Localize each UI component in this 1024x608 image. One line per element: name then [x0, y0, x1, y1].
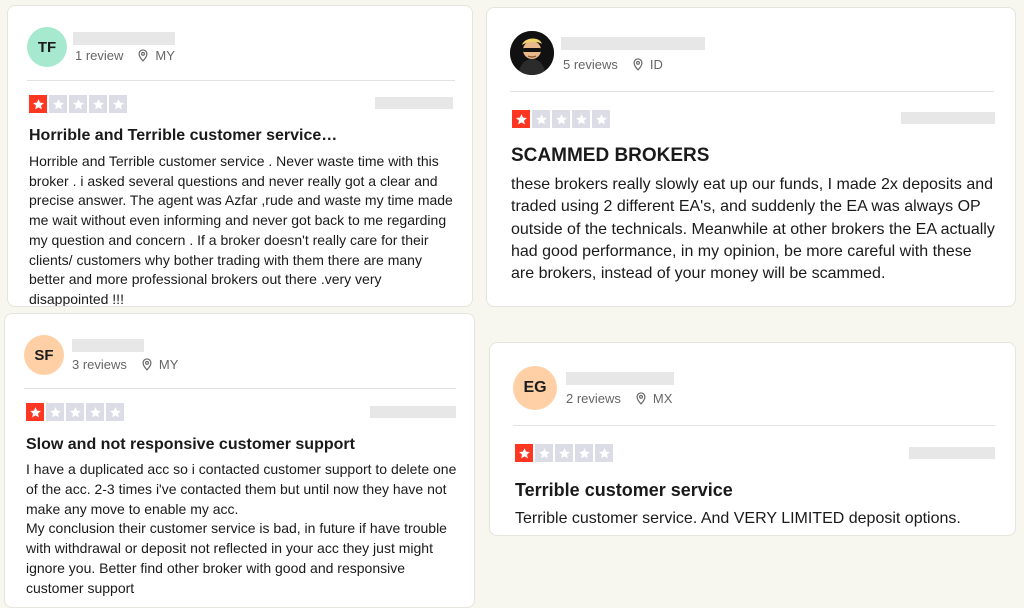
- reviewer-meta: 2 reviews MX: [566, 391, 672, 406]
- divider: [510, 91, 994, 92]
- location-pin-icon: [636, 392, 646, 405]
- reviewer-name[interactable]: [73, 32, 175, 45]
- country-code: MY: [155, 48, 175, 63]
- review-title[interactable]: Slow and not responsive customer support: [26, 436, 355, 454]
- review-paragraph: Terrible customer service. And VERY LIMI…: [515, 510, 961, 527]
- star-icon: [572, 110, 590, 128]
- review-card: EG 2 reviews MX Terrible customer servic…: [489, 342, 1016, 536]
- review-count: 2 reviews: [566, 391, 621, 406]
- star-icon: [515, 444, 533, 462]
- review-body: Terrible customer service. And VERY LIMI…: [515, 508, 995, 530]
- star-icon: [512, 110, 530, 128]
- star-icon: [29, 95, 47, 113]
- reviewer-name[interactable]: [72, 339, 144, 352]
- star-icon: [66, 403, 84, 421]
- review-date: [375, 97, 453, 109]
- reviewer-meta: 3 reviews MY: [72, 357, 178, 372]
- review-body: I have a duplicated acc so i contacted c…: [26, 460, 466, 599]
- review-body: these brokers really slowly eat up our f…: [511, 174, 995, 285]
- country-code: MY: [158, 357, 179, 372]
- reviewer-meta: 5 reviews ID: [563, 57, 663, 72]
- country-code: ID: [649, 57, 663, 72]
- star-icon: [106, 403, 124, 421]
- review-body: Horrible and Terrible customer service .…: [29, 152, 461, 307]
- avatar-photo: [510, 31, 554, 75]
- review-card: TF 1 review MY Horrible and Terrible cus…: [7, 5, 473, 307]
- review-title[interactable]: SCAMMED BROKERS: [511, 145, 709, 167]
- star-icon: [592, 110, 610, 128]
- review-paragraph: these brokers really slowly eat up our f…: [511, 176, 995, 283]
- review-count: 3 reviews: [72, 357, 127, 372]
- star-rating: [512, 110, 610, 128]
- review-count: 1 review: [75, 48, 124, 63]
- review-paragraph: I have a duplicated acc so i contacted c…: [26, 461, 457, 517]
- review-count: 5 reviews: [563, 57, 618, 72]
- avatar[interactable]: SF: [24, 335, 64, 375]
- star-icon: [555, 444, 573, 462]
- star-icon: [109, 95, 127, 113]
- review-date: [370, 406, 456, 418]
- star-icon: [89, 95, 107, 113]
- country-code: MX: [652, 391, 673, 406]
- star-rating: [515, 444, 613, 462]
- review-title[interactable]: Horrible and Terrible customer service…: [29, 127, 337, 145]
- avatar[interactable]: TF: [27, 27, 67, 67]
- star-icon: [595, 444, 613, 462]
- star-rating: [29, 95, 127, 113]
- reviewer-name[interactable]: [561, 37, 705, 50]
- review-paragraph: My conclusion their customer service is …: [26, 520, 447, 596]
- review-card: SF 3 reviews MY Slow and not responsive …: [4, 313, 475, 608]
- star-icon: [575, 444, 593, 462]
- location-pin-icon: [633, 58, 643, 71]
- star-icon: [532, 110, 550, 128]
- review-paragraph: Horrible and Terrible customer service .…: [29, 153, 453, 307]
- location-pin-icon: [138, 49, 148, 62]
- divider: [27, 80, 455, 81]
- star-icon: [69, 95, 87, 113]
- reviewer-meta: 1 review MY: [75, 48, 175, 63]
- divider: [513, 425, 995, 426]
- star-icon: [46, 403, 64, 421]
- star-icon: [535, 444, 553, 462]
- avatar[interactable]: [510, 31, 554, 75]
- location-pin-icon: [142, 358, 152, 371]
- review-title[interactable]: Terrible customer service: [515, 480, 733, 501]
- review-card: 5 reviews ID SCAMMED BROKERS these broke…: [486, 7, 1016, 307]
- star-icon: [552, 110, 570, 128]
- avatar[interactable]: EG: [513, 366, 557, 410]
- star-icon: [49, 95, 67, 113]
- star-icon: [86, 403, 104, 421]
- divider: [24, 388, 456, 389]
- star-rating: [26, 403, 124, 421]
- reviewer-name[interactable]: [566, 372, 674, 385]
- review-date: [901, 112, 995, 124]
- star-icon: [26, 403, 44, 421]
- review-date: [909, 447, 995, 459]
